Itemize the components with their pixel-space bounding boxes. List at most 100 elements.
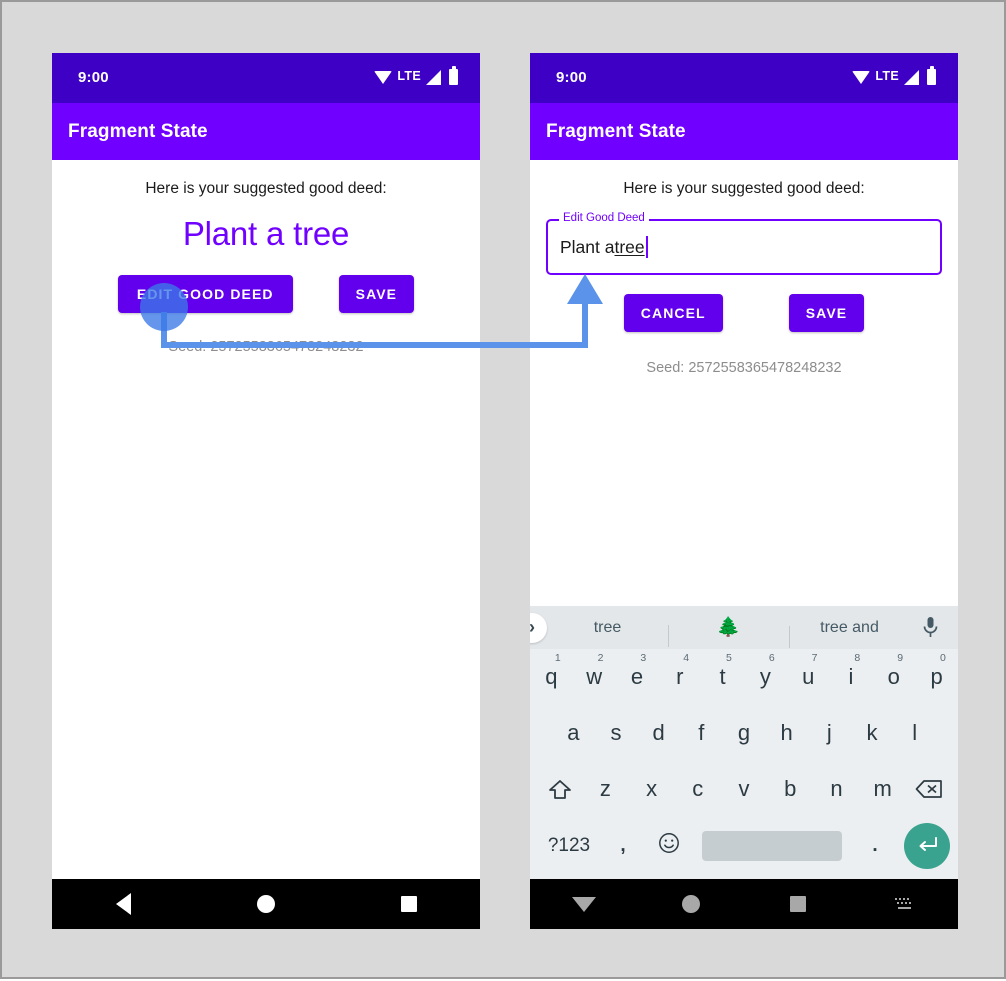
- suggestion-1[interactable]: tree: [547, 619, 668, 637]
- key-t-label: t: [719, 664, 726, 689]
- period-key[interactable]: .: [852, 835, 898, 857]
- key-f[interactable]: f: [680, 722, 723, 744]
- backspace-key[interactable]: [906, 779, 952, 799]
- recents-icon: [400, 896, 417, 912]
- nav-keyboard-switch-button[interactable]: [851, 897, 958, 911]
- recents-icon: [789, 896, 806, 912]
- key-w-number: 2: [597, 652, 604, 664]
- comma-key[interactable]: ,: [600, 835, 646, 857]
- battery-icon: [449, 65, 458, 85]
- cancel-button[interactable]: CANCEL: [623, 294, 723, 332]
- key-t-number: 5: [726, 652, 732, 664]
- space-key[interactable]: [702, 831, 842, 861]
- suggestion-3[interactable]: tree and: [789, 619, 910, 648]
- status-bar-right: 9:00 LTE: [530, 53, 958, 103]
- keyboard-row-1: 1q 2w 3e 4r 5t 6y 7u 8i 9o 0p: [530, 649, 958, 705]
- key-x[interactable]: x: [628, 778, 674, 800]
- suggestion-2[interactable]: 🌲: [668, 618, 789, 647]
- back-icon: [115, 893, 131, 915]
- seed-text: Seed: 2572558365478248232: [646, 360, 842, 376]
- key-d[interactable]: d: [637, 722, 680, 744]
- key-i-label: i: [848, 664, 854, 689]
- network-label: LTE: [875, 69, 899, 83]
- battery-icon: [927, 65, 936, 85]
- key-e-label: e: [630, 664, 644, 689]
- key-t[interactable]: 5t: [701, 653, 744, 689]
- chevron-right-icon[interactable]: ›: [530, 612, 547, 643]
- text-field-value-prefix: Plant a: [560, 236, 615, 257]
- key-v[interactable]: v: [721, 778, 767, 800]
- edit-good-deed-text-field[interactable]: Edit Good Deed Plant a tree: [546, 212, 942, 275]
- button-row-left: EDIT GOOD DEED SAVE: [52, 275, 480, 313]
- status-icon-group: LTE: [852, 65, 936, 85]
- wifi-icon: [852, 70, 871, 84]
- key-s[interactable]: s: [595, 722, 638, 744]
- shift-key[interactable]: [536, 779, 582, 799]
- symbols-key[interactable]: ?123: [538, 835, 600, 857]
- nav-recents-button[interactable]: [744, 896, 851, 912]
- key-y-number: 6: [768, 652, 775, 664]
- key-w[interactable]: 2w: [573, 653, 616, 688]
- phone-screen-left: 9:00 LTE Fragment State Here is your sug…: [52, 53, 480, 929]
- key-z[interactable]: z: [582, 778, 628, 800]
- key-u-number: 7: [811, 652, 818, 664]
- key-p-number: 0: [940, 652, 946, 664]
- status-time: 9:00: [78, 69, 109, 86]
- key-r-label: r: [676, 664, 684, 689]
- key-n[interactable]: n: [813, 778, 859, 800]
- key-e[interactable]: 3e: [616, 653, 659, 689]
- key-r[interactable]: 4r: [658, 653, 701, 689]
- home-icon: [681, 895, 700, 913]
- status-bar-left: 9:00 LTE: [52, 53, 480, 103]
- status-icon-group: LTE: [374, 65, 458, 85]
- nav-home-button[interactable]: [637, 895, 744, 913]
- key-m[interactable]: m: [860, 778, 906, 800]
- key-o-number: 9: [897, 652, 904, 664]
- key-u[interactable]: 7u: [787, 653, 830, 688]
- nav-bar-left: [52, 879, 480, 929]
- nav-home-button[interactable]: [195, 895, 338, 913]
- key-e-number: 3: [640, 652, 647, 664]
- nav-recents-button[interactable]: [337, 896, 480, 912]
- key-i[interactable]: 8i: [830, 653, 873, 689]
- key-k[interactable]: k: [851, 722, 894, 744]
- app-title: Fragment State: [546, 120, 686, 142]
- enter-key[interactable]: [904, 823, 950, 869]
- suggested-deed-label: Here is your suggested good deed:: [623, 180, 865, 197]
- signal-icon: [904, 69, 919, 85]
- home-icon: [257, 895, 275, 913]
- key-i-number: 8: [854, 652, 861, 664]
- key-h[interactable]: h: [765, 722, 808, 744]
- nav-hide-keyboard-button[interactable]: [530, 896, 637, 912]
- key-o[interactable]: 9o: [872, 653, 915, 689]
- key-c[interactable]: c: [675, 778, 721, 800]
- key-l[interactable]: l: [893, 722, 936, 744]
- app-title: Fragment State: [68, 120, 208, 142]
- text-cursor: [645, 236, 648, 258]
- keyboard-row-2: a s d f g h j k l: [530, 705, 958, 761]
- key-g[interactable]: g: [723, 722, 766, 744]
- soft-keyboard: › tree 🌲 tree and 1q 2w 3e 4r 5t: [530, 606, 958, 879]
- key-q[interactable]: 1q: [530, 653, 573, 689]
- network-label: LTE: [397, 69, 421, 83]
- key-p[interactable]: 0p: [915, 653, 958, 688]
- key-q-label: q: [545, 664, 558, 689]
- shift-icon: [548, 779, 572, 799]
- hide-keyboard-icon: [571, 896, 596, 912]
- microphone-icon[interactable]: [910, 616, 950, 639]
- key-o-label: o: [887, 664, 900, 689]
- key-y[interactable]: 6y: [744, 653, 787, 689]
- save-button[interactable]: SAVE: [788, 294, 865, 332]
- keyboard-switch-icon: [895, 897, 914, 911]
- save-button[interactable]: SAVE: [338, 275, 415, 313]
- backspace-icon: [915, 779, 943, 799]
- key-j[interactable]: j: [808, 722, 851, 744]
- click-indicator: [140, 283, 188, 331]
- screenshot-page: 9:00 LTE Fragment State Here is your sug…: [0, 0, 1006, 979]
- nav-back-button[interactable]: [52, 893, 195, 915]
- key-y-label: y: [759, 664, 771, 689]
- emoji-icon[interactable]: [646, 832, 692, 860]
- status-time: 9:00: [556, 69, 587, 86]
- key-a[interactable]: a: [552, 722, 595, 744]
- key-b[interactable]: b: [767, 778, 813, 800]
